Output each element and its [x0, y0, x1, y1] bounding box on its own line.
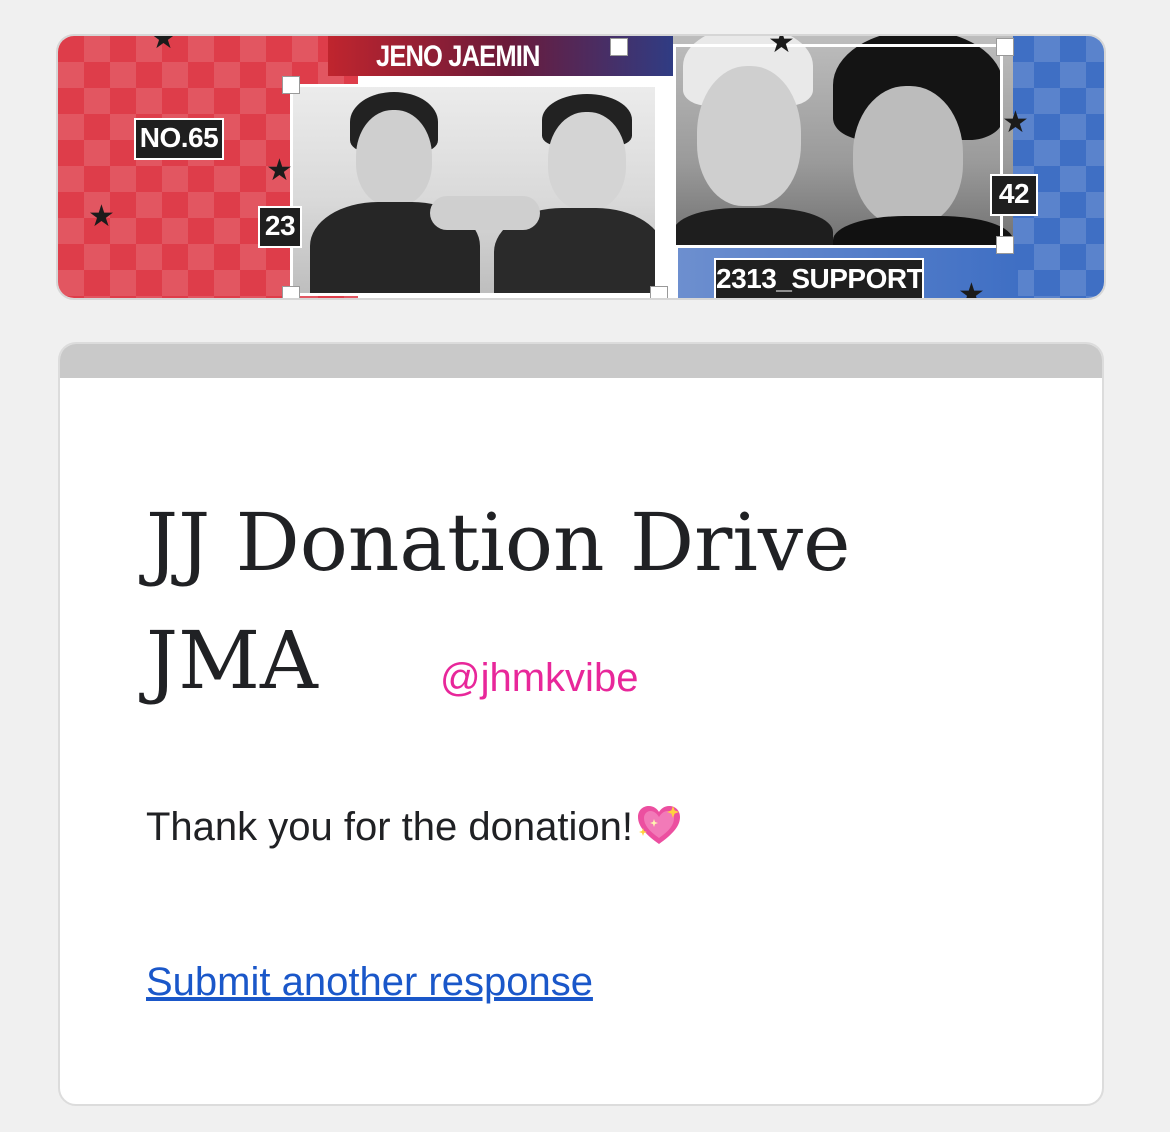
sparkling-heart-icon: [638, 806, 680, 844]
crop-handle: [282, 76, 300, 94]
crop-handle: [282, 286, 300, 298]
submit-another-response-link[interactable]: Submit another response: [146, 960, 593, 1005]
form-title-line-2: JMA: [146, 614, 318, 707]
form-response-card: JJ Donation Drive JMA @jhmkvibe Thank yo…: [58, 342, 1104, 1106]
crop-handle: [610, 38, 628, 56]
star-icon: ★: [958, 278, 985, 300]
star-icon: ★: [88, 200, 115, 233]
banner-footer-label: 2313_SUPPORT: [714, 258, 924, 298]
banner-title: JENO JAEMIN: [376, 40, 540, 73]
card-accent-bar: [60, 344, 1102, 378]
banner-right-number: 42: [990, 174, 1038, 216]
confirmation-text: Thank you for the donation!: [146, 805, 633, 849]
confirmation-message: Thank you for the donation!: [146, 804, 683, 850]
star-icon: ★: [150, 34, 177, 55]
crop-frame-right: [673, 44, 1003, 248]
crop-handle: [996, 236, 1014, 254]
form-title-line-1: JJ Donation Drive: [146, 496, 851, 589]
header-banner: JENO JAEMIN NO.65 23 42 2313_SUPPORT ★ ★…: [56, 34, 1106, 300]
banner-blue-panel: [1008, 36, 1104, 298]
crop-handle: [650, 286, 668, 298]
handle-watermark: @jhmkvibe: [440, 656, 639, 700]
star-icon: ★: [768, 34, 795, 59]
crop-handle: [996, 38, 1014, 56]
banner-number-label: NO.65: [134, 118, 224, 160]
banner-left-number: 23: [258, 206, 302, 248]
star-icon: ★: [1002, 106, 1029, 139]
star-icon: ★: [266, 154, 293, 187]
crop-frame-left: [290, 84, 658, 296]
